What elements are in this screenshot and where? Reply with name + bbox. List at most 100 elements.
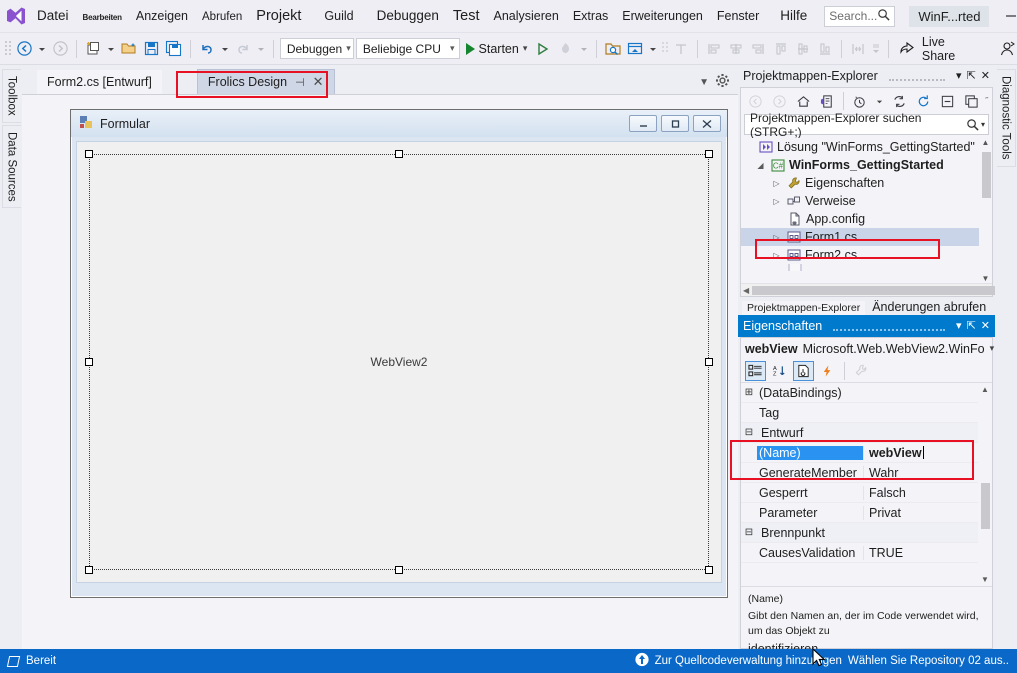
solution-platform-dropdown[interactable]: Beliebige CPU ▾ xyxy=(356,38,460,59)
sidebar-item-data-sources[interactable]: Data Sources xyxy=(2,125,21,209)
property-expander-databindings[interactable]: ⊞ xyxy=(741,387,757,398)
scroll-left-icon[interactable]: ◀ xyxy=(743,286,749,295)
menu-item-projekt[interactable]: Projekt xyxy=(249,6,308,26)
align-centers-icon[interactable] xyxy=(726,38,746,60)
se-forward-icon[interactable] xyxy=(769,90,790,112)
align-to-grid-icon[interactable] xyxy=(671,38,691,60)
property-grid[interactable]: ⊞ (DataBindings) Tag ⊟ Entwurf xyxy=(741,383,992,586)
tree-item-properties[interactable]: ▷ Eigenschaften xyxy=(741,174,992,192)
panel-tab-solution-explorer[interactable]: Projektmappen-Explorer xyxy=(742,301,865,315)
se-history-dropdown[interactable] xyxy=(873,90,885,112)
designer-preview-dropdown[interactable] xyxy=(647,38,659,60)
resize-handle-w[interactable] xyxy=(85,358,93,366)
property-value-generatemember[interactable]: Wahr xyxy=(863,466,992,480)
start-debug-button[interactable]: Starten ▾ xyxy=(462,42,532,56)
resize-handle-nw[interactable] xyxy=(85,150,93,158)
property-value-gesperrt[interactable]: Falsch xyxy=(863,486,992,500)
account-icon[interactable] xyxy=(997,38,1017,60)
property-row-tag[interactable]: Tag xyxy=(741,403,992,423)
sync-icon[interactable] xyxy=(889,90,910,112)
menu-item-erweiterungen[interactable]: Erweiterungen xyxy=(615,7,710,25)
property-row-brennpunkt[interactable]: ⊟ Brennpunkt xyxy=(741,523,992,543)
tree-item-project[interactable]: ◢ C# WinForms_GettingStarted xyxy=(741,156,992,174)
make-same-size-icon[interactable] xyxy=(848,38,868,60)
tree-arrow-project[interactable]: ◢ xyxy=(755,161,766,170)
start-without-debugging-icon[interactable] xyxy=(533,38,553,60)
properties-object-selector[interactable]: webView Microsoft.Web.WebView2.WinFo ▾ xyxy=(741,338,992,359)
align-rights-icon[interactable] xyxy=(748,38,768,60)
menu-item-datei[interactable]: Datei xyxy=(30,6,76,25)
tree-item-appconfig[interactable]: App.config xyxy=(741,210,992,228)
tree-arrow-form2[interactable]: ▷ xyxy=(771,251,782,260)
tab-frolics-design[interactable]: Frolics Design ⊣ ✕ xyxy=(197,69,335,94)
menu-item-extras[interactable]: Extras xyxy=(566,7,615,25)
undo-dropdown[interactable] xyxy=(219,38,231,60)
property-row-parameter[interactable]: Parameter Privat xyxy=(741,503,992,523)
resize-handle-sw[interactable] xyxy=(85,566,93,574)
live-share-button[interactable]: Live Share xyxy=(895,35,979,63)
menu-item-guild[interactable]: Guild xyxy=(308,7,360,25)
pin-icon[interactable]: ⊣ xyxy=(295,76,305,89)
se-overflow-icon[interactable]: ˝ xyxy=(985,96,988,106)
save-all-icon[interactable] xyxy=(164,38,184,60)
tree-arrow-properties[interactable]: ▷ xyxy=(771,179,782,188)
property-expander-entwurf[interactable]: ⊟ xyxy=(741,427,757,438)
property-scroll-up-icon[interactable]: ▲ xyxy=(981,383,989,396)
properties-view-icon[interactable] xyxy=(793,361,814,381)
menu-item-debuggen[interactable]: Debuggen xyxy=(361,6,446,25)
undo-icon[interactable] xyxy=(197,38,217,60)
sidebar-item-toolbox[interactable]: Toolbox xyxy=(2,69,21,123)
design-form-window[interactable]: Formular xyxy=(70,109,728,598)
resize-handle-ne[interactable] xyxy=(705,150,713,158)
pin-icon-properties[interactable]: ⇱ xyxy=(967,321,976,332)
select-repository-label[interactable]: Wählen Sie Repository 02 aus.. xyxy=(848,655,1009,667)
property-grid-scrollbar[interactable]: ▲ ▼ xyxy=(978,383,992,586)
property-pages-icon[interactable] xyxy=(851,361,872,381)
close-icon-solution[interactable]: ✕ xyxy=(981,71,990,82)
resize-handle-n[interactable] xyxy=(395,150,403,158)
refresh-icon[interactable] xyxy=(913,90,934,112)
navigate-back-button[interactable] xyxy=(14,38,34,60)
solution-explorer-search-input[interactable]: Projektmappen-Explorer suchen (STRG+;) ▾ xyxy=(744,114,989,135)
navigate-back-dropdown[interactable] xyxy=(36,38,48,60)
start-dropdown-icon[interactable]: ▾ xyxy=(523,43,528,54)
hscroll-thumb[interactable] xyxy=(752,286,1017,295)
menu-item-anzeigen[interactable]: Anzeigen xyxy=(129,7,195,25)
property-row-gesperrt[interactable]: Gesperrt Falsch xyxy=(741,483,992,503)
tree-item-solution[interactable]: Lösung "WinForms_GettingStarted" (1) xyxy=(741,138,992,156)
minimize-button[interactable] xyxy=(989,1,1017,31)
property-row-generatemember[interactable]: GenerateMember Wahr xyxy=(741,463,992,483)
chevron-down-icon-tabs[interactable]: ▼ xyxy=(699,77,709,88)
menu-item-hilfe[interactable]: Hilfe xyxy=(766,6,814,25)
menu-item-bearbeiten[interactable]: Bearbeiten xyxy=(76,11,129,24)
form-designer-surface[interactable]: Formular xyxy=(22,95,738,649)
tree-scroll-thumb[interactable] xyxy=(982,152,991,198)
home-icon[interactable] xyxy=(793,90,814,112)
property-value-parameter[interactable]: Privat xyxy=(863,506,992,520)
properties-menu-icon[interactable]: ▾ xyxy=(956,321,962,332)
form-minimize-button[interactable] xyxy=(629,115,657,132)
show-all-files-icon[interactable] xyxy=(961,90,982,112)
webview2-control[interactable]: WebView2 xyxy=(89,154,709,570)
menu-item-analysieren[interactable]: Analysieren xyxy=(487,7,566,25)
navigate-forward-button[interactable] xyxy=(50,38,70,60)
open-file-icon[interactable] xyxy=(119,38,139,60)
designer-preview-icon[interactable] xyxy=(625,38,645,60)
events-view-icon[interactable] xyxy=(817,361,838,381)
property-expander-brennpunkt[interactable]: ⊟ xyxy=(741,527,757,538)
menu-item-abrufen[interactable]: Abrufen xyxy=(195,9,249,25)
pending-changes-icon[interactable] xyxy=(817,90,838,112)
property-value-causesvalidation[interactable]: TRUE xyxy=(863,546,992,560)
resize-handle-s[interactable] xyxy=(395,566,403,574)
property-row-name[interactable]: (Name) webView xyxy=(741,443,992,463)
save-icon[interactable] xyxy=(141,38,161,60)
close-icon[interactable]: ✕ xyxy=(313,74,324,90)
design-form-client-area[interactable]: WebView2 xyxy=(76,141,722,583)
menu-item-test[interactable]: Test xyxy=(446,6,487,26)
close-icon-properties[interactable]: ✕ xyxy=(981,321,990,332)
property-row-databindings[interactable]: ⊞ (DataBindings) xyxy=(741,383,992,403)
alphabetical-view-icon[interactable]: AZ xyxy=(769,361,790,381)
sidebar-item-diagnostic-tools[interactable]: Diagnostic Tools xyxy=(997,69,1016,167)
redo-dropdown[interactable] xyxy=(255,38,267,60)
collapse-all-icon[interactable] xyxy=(937,90,958,112)
